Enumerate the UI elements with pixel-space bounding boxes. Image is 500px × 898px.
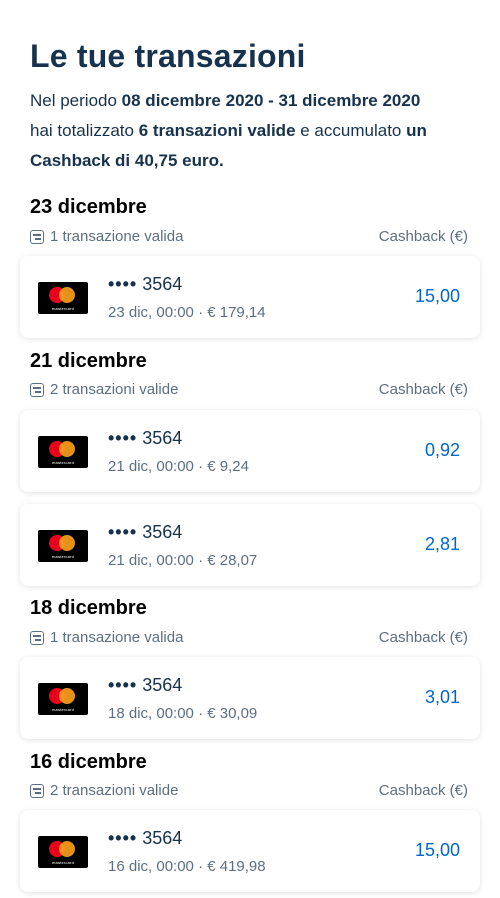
transaction-card[interactable]: mastercard •••• 3564 23 dic, 00:00 · € 1… bbox=[20, 256, 480, 338]
mastercard-logo-text: mastercard bbox=[51, 707, 74, 712]
transaction-detail: 16 dic, 00:00 · € 419,98 bbox=[108, 858, 266, 875]
group-date: 16 dicembre bbox=[30, 751, 147, 773]
transaction-card[interactable]: mastercard •••• 3564 21 dic, 00:00 · € 9… bbox=[20, 410, 480, 492]
mastercard-logo-icon: mastercard bbox=[38, 836, 88, 868]
transaction-detail: 18 dic, 00:00 · € 30,09 bbox=[108, 705, 258, 722]
transaction-detail: 23 dic, 00:00 · € 179,14 bbox=[108, 304, 266, 321]
group-meta: 1 transazione valida Cashback (€) bbox=[30, 629, 468, 649]
transaction-count: 2 transazioni valide bbox=[50, 782, 179, 799]
mastercard-logo-text: mastercard bbox=[51, 306, 74, 311]
period-summary: Nel periodo 08 dicembre 2020 - 31 dicemb… bbox=[30, 86, 475, 176]
cashback-amount: 0,92 bbox=[424, 440, 460, 460]
card-number: •••• 3564 bbox=[108, 428, 183, 448]
card-number: •••• 3564 bbox=[108, 522, 183, 542]
transactions-icon bbox=[30, 383, 44, 397]
transaction-count: 2 transazioni valide bbox=[50, 381, 179, 398]
cashback-amount: 15,00 bbox=[414, 286, 460, 306]
mastercard-logo-icon: mastercard bbox=[38, 530, 88, 562]
page-title: Le tue transazioni bbox=[30, 38, 306, 74]
summary-count: 6 transazioni valide bbox=[138, 121, 296, 140]
cashback-amount: 2,81 bbox=[424, 534, 460, 554]
mastercard-logo-icon: mastercard bbox=[38, 282, 88, 314]
transaction-count: 1 transazione valida bbox=[50, 629, 184, 646]
mastercard-logo-icon: mastercard bbox=[38, 436, 88, 468]
group-date: 23 dicembre bbox=[30, 196, 147, 218]
mastercard-logo-text: mastercard bbox=[51, 554, 74, 559]
transactions-icon bbox=[30, 784, 44, 798]
summary-period: 08 dicembre 2020 - 31 dicembre 2020 bbox=[121, 91, 421, 110]
mastercard-logo-text: mastercard bbox=[51, 860, 74, 865]
cashback-column-header: Cashback (€) bbox=[378, 228, 468, 245]
transactions-icon bbox=[30, 230, 44, 244]
cashback-column-header: Cashback (€) bbox=[378, 629, 468, 646]
group-meta: 1 transazione valida Cashback (€) bbox=[30, 228, 468, 248]
group-date: 18 dicembre bbox=[30, 597, 147, 619]
summary-middle1: hai totalizzato bbox=[30, 121, 139, 140]
transaction-card[interactable]: mastercard •••• 3564 18 dic, 00:00 · € 3… bbox=[20, 657, 480, 739]
card-number: •••• 3564 bbox=[108, 675, 183, 695]
group-date: 21 dicembre bbox=[30, 350, 147, 372]
transaction-card[interactable]: mastercard •••• 3564 21 dic, 00:00 · € 2… bbox=[20, 504, 480, 586]
summary-prefix: Nel periodo bbox=[30, 91, 122, 110]
card-number: •••• 3564 bbox=[108, 828, 183, 848]
group-meta: 2 transazioni valide Cashback (€) bbox=[30, 782, 468, 802]
transaction-detail: 21 dic, 00:00 · € 28,07 bbox=[108, 552, 258, 569]
card-number: •••• 3564 bbox=[108, 274, 183, 294]
transaction-card[interactable]: mastercard •••• 3564 16 dic, 00:00 · € 4… bbox=[20, 810, 480, 892]
group-meta: 2 transazioni valide Cashback (€) bbox=[30, 381, 468, 401]
mastercard-logo-icon: mastercard bbox=[38, 683, 88, 715]
cashback-column-header: Cashback (€) bbox=[378, 381, 468, 398]
cashback-column-header: Cashback (€) bbox=[378, 782, 468, 799]
cashback-amount: 3,01 bbox=[424, 687, 460, 707]
cashback-amount: 15,00 bbox=[414, 840, 460, 860]
summary-middle2: e accumulato bbox=[295, 121, 407, 140]
transaction-detail: 21 dic, 00:00 · € 9,24 bbox=[108, 458, 249, 475]
transaction-count: 1 transazione valida bbox=[50, 228, 184, 245]
transactions-page: Le tue transazioni Nel periodo 08 dicemb… bbox=[0, 0, 500, 898]
mastercard-logo-text: mastercard bbox=[51, 460, 74, 465]
transactions-icon bbox=[30, 631, 44, 645]
